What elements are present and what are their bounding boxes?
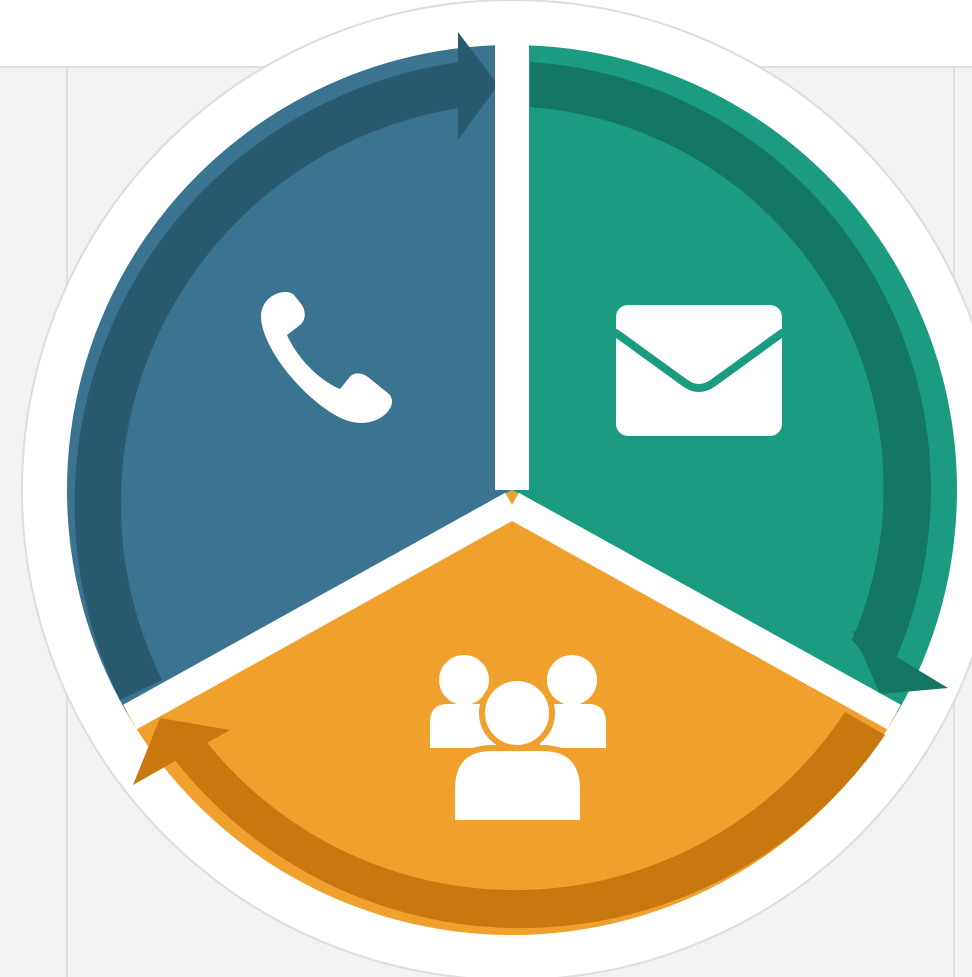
cycle-diagram <box>21 0 972 977</box>
diagram-canvas <box>0 0 972 977</box>
envelope-icon <box>612 305 786 436</box>
group-icon <box>430 655 606 826</box>
